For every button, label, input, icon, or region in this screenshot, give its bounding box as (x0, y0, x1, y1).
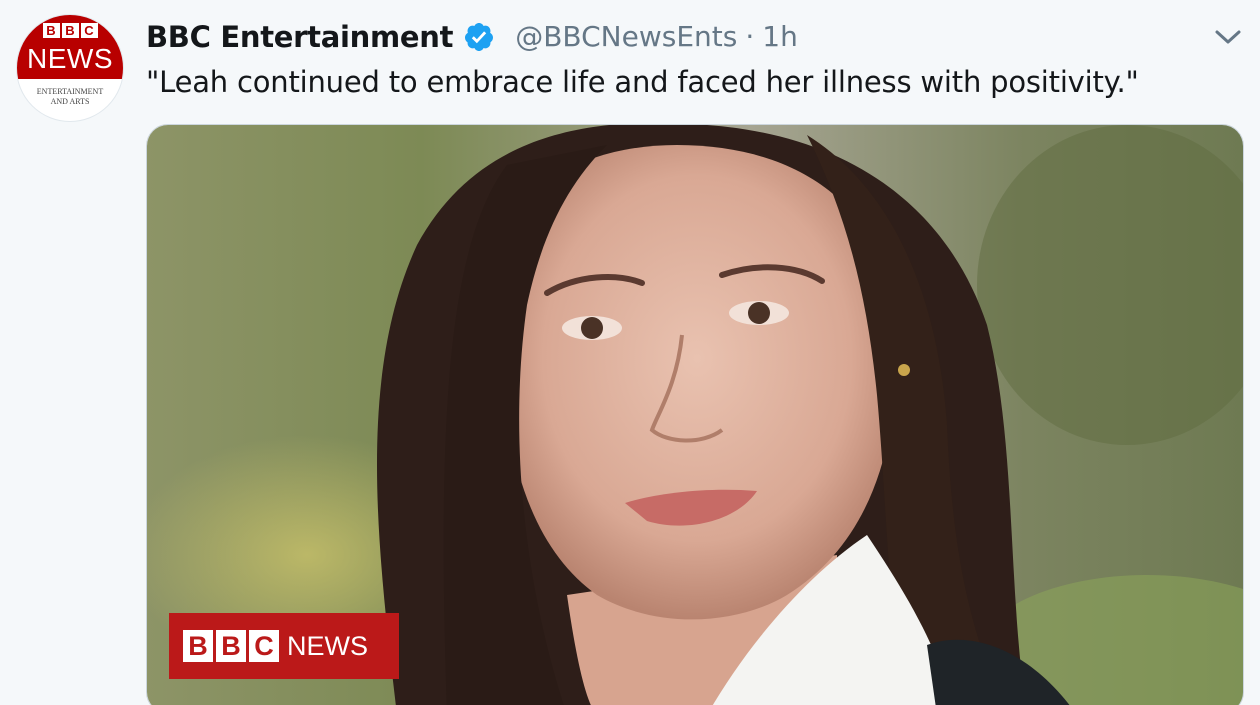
tweet-text: "Leah continued to embrace life and face… (146, 65, 1139, 99)
avatar-block-2: B (61, 23, 79, 38)
separator-dot: · (745, 20, 755, 53)
display-name[interactable]: BBC Entertainment (146, 18, 454, 56)
timestamp[interactable]: 1h (762, 18, 798, 56)
avatar-bbc-logo: B B C (17, 23, 123, 38)
avatar-subtitle-line2: AND ARTS (50, 97, 90, 106)
avatar-subtitle-line1: ENTERTAINMENT (36, 87, 104, 96)
avatar[interactable]: B B C NEWS ENTERTAINMENT AND ARTS (16, 14, 124, 122)
avatar-block-1: B (42, 23, 60, 38)
tweet[interactable]: B B C NEWS ENTERTAINMENT AND ARTS BBC En… (0, 0, 1260, 705)
avatar-news-word: NEWS (27, 43, 113, 74)
avatar-block-3: C (80, 23, 98, 38)
badge-block-1: B (183, 630, 213, 662)
bbc-news-watermark: B B C NEWS (169, 613, 399, 679)
tweet-header: BBC Entertainment @BBCNewsEnts · 1h (146, 18, 798, 56)
tweet-photo[interactable]: B B C NEWS (146, 124, 1244, 705)
badge-block-2: B (216, 630, 246, 662)
badge-block-3: C (249, 630, 279, 662)
verified-badge-icon (465, 23, 494, 51)
badge-bbc-logo: B B C (183, 630, 279, 662)
chevron-down-icon[interactable] (1214, 26, 1242, 48)
handle[interactable]: @BBCNewsEnts (515, 18, 737, 56)
avatar-subtitle: ENTERTAINMENT AND ARTS (17, 87, 123, 107)
badge-news-word: NEWS (287, 631, 368, 661)
